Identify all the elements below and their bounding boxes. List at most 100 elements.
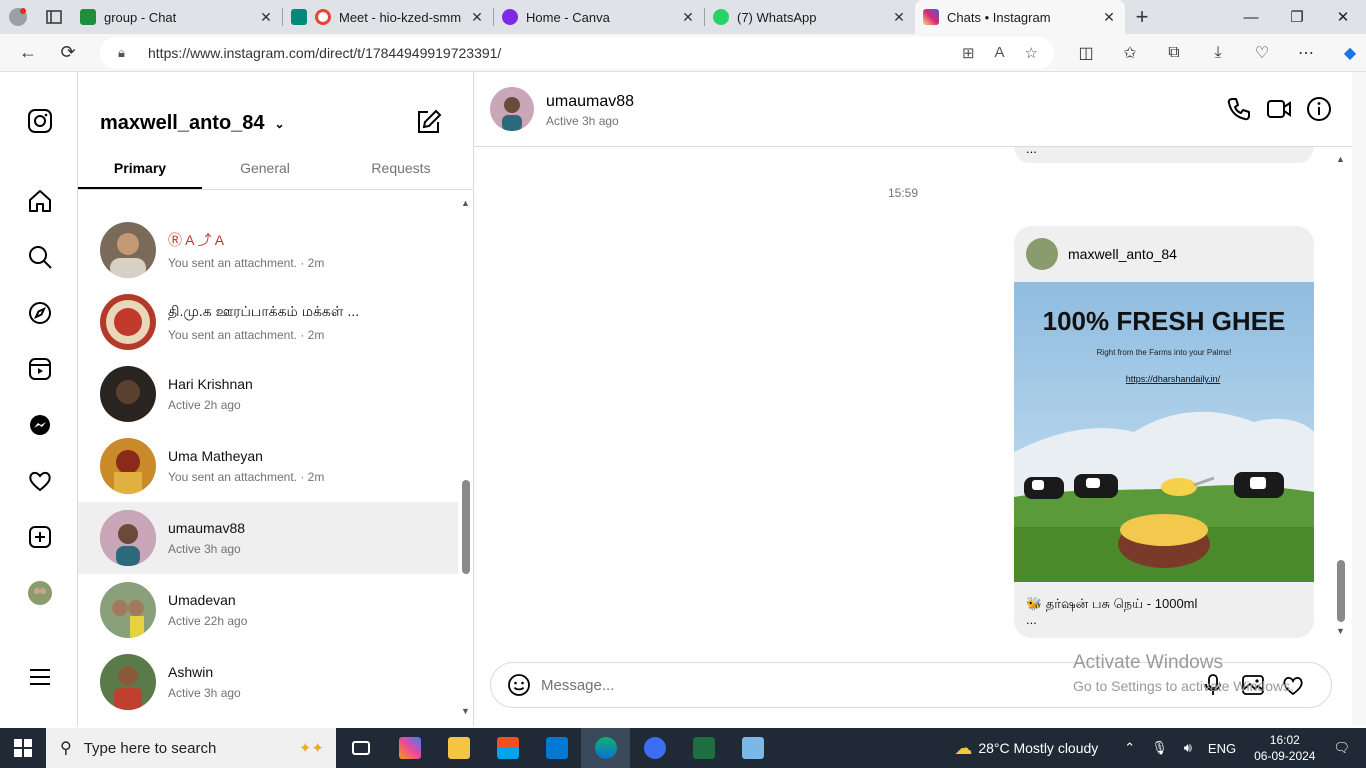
previous-message-card[interactable]: ... bbox=[1014, 141, 1314, 163]
home-icon[interactable] bbox=[25, 186, 55, 216]
explore-icon[interactable] bbox=[25, 298, 55, 328]
performance-icon[interactable]: ♡ bbox=[1240, 43, 1284, 63]
cloudy-weather-icon: ☁ bbox=[954, 737, 973, 758]
more-menu-icon[interactable]: ⋯ bbox=[1284, 43, 1328, 63]
scroll-up-arrow-icon[interactable]: ▲ bbox=[461, 198, 470, 208]
favorite-star-icon[interactable]: ☆ bbox=[1025, 44, 1038, 62]
scroll-thumb[interactable] bbox=[1337, 560, 1345, 622]
profile-icon[interactable] bbox=[0, 0, 36, 34]
scroll-down-arrow-icon[interactable]: ▼ bbox=[461, 706, 470, 716]
avatar bbox=[100, 582, 156, 638]
menu-hamburger-icon[interactable] bbox=[25, 662, 55, 692]
chevron-up-icon[interactable]: ⌃ bbox=[1124, 740, 1135, 756]
read-aloud-icon[interactable]: A bbox=[995, 44, 1005, 62]
post-image[interactable]: 100% FRESH GHEE Right from the Farms int… bbox=[1014, 282, 1314, 582]
tab-requests[interactable]: Requests bbox=[328, 150, 474, 189]
url-field[interactable]: 🔒︎ https://www.instagram.com/direct/t/17… bbox=[100, 37, 1054, 69]
post-sender[interactable]: maxwell_anto_84 bbox=[1026, 238, 1177, 270]
copilot-app-icon[interactable] bbox=[385, 728, 434, 768]
chat-panel: umaumav88 Active 3h ago ... 15:59 maxwel… bbox=[474, 72, 1366, 726]
downloads-icon[interactable]: ⤓ bbox=[1196, 44, 1240, 62]
conversation-item[interactable]: Ashwin Active 3h ago bbox=[78, 646, 458, 718]
clock[interactable]: 16:02 06-09-2024 bbox=[1254, 732, 1315, 764]
avatar bbox=[100, 438, 156, 494]
tab-primary[interactable]: Primary bbox=[78, 150, 202, 189]
shared-post-card[interactable]: maxwell_anto_84 100% FRESH GHEE Right fr… bbox=[1014, 226, 1314, 638]
tab-actions-icon[interactable] bbox=[36, 0, 72, 34]
message-input[interactable] bbox=[541, 673, 1141, 697]
back-button[interactable]: ← bbox=[8, 34, 48, 72]
edge-icon[interactable] bbox=[581, 728, 630, 768]
scroll-up-arrow-icon[interactable]: ▲ bbox=[1336, 154, 1345, 164]
tab-general[interactable]: General bbox=[202, 150, 328, 189]
avatar bbox=[100, 510, 156, 566]
tab-instagram[interactable]: Chats • Instagram ✕ bbox=[915, 0, 1125, 34]
file-explorer-icon[interactable] bbox=[434, 728, 483, 768]
mail-icon[interactable] bbox=[532, 728, 581, 768]
conversation-item[interactable]: Uma Matheyan You sent an attachment. · 2m bbox=[78, 430, 458, 502]
conversation-item[interactable]: Hari Krishnan Active 2h ago bbox=[78, 358, 458, 430]
microsoft-store-icon[interactable] bbox=[483, 728, 532, 768]
restore-button[interactable]: ❐ bbox=[1274, 0, 1320, 34]
app-available-icon[interactable]: ⊞ bbox=[962, 44, 975, 62]
conversation-item-selected[interactable]: umaumav88 Active 3h ago bbox=[78, 502, 458, 574]
chat-contact-status: Active 3h ago bbox=[546, 114, 619, 128]
favorites-icon[interactable]: ✩ bbox=[1108, 43, 1152, 63]
close-icon[interactable]: ✕ bbox=[891, 9, 907, 26]
reels-icon[interactable] bbox=[25, 354, 55, 384]
avatar[interactable] bbox=[490, 87, 534, 131]
conversation-item[interactable]: Ⓡ A ⤴ A You sent an attachment. · 2m bbox=[78, 214, 458, 286]
avatar bbox=[1026, 238, 1058, 270]
conversation-scrollbar[interactable]: ▲ ▼ bbox=[458, 190, 474, 726]
post-headline: 100% FRESH GHEE bbox=[1043, 306, 1286, 336]
taskbar-search[interactable]: ⚲ Type here to search ✦✦ bbox=[46, 728, 336, 768]
new-tab-button[interactable]: + bbox=[1125, 0, 1159, 34]
tab-canva[interactable]: Home - Canva ✕ bbox=[494, 0, 704, 34]
emoji-icon[interactable] bbox=[507, 673, 531, 697]
scroll-thumb[interactable] bbox=[462, 480, 470, 574]
search-icon[interactable] bbox=[25, 242, 55, 272]
tab-whatsapp[interactable]: (7) WhatsApp ✕ bbox=[705, 0, 915, 34]
volume-icon[interactable]: 🔊︎ bbox=[1184, 740, 1192, 756]
close-icon[interactable]: ✕ bbox=[469, 9, 485, 26]
chat-scrollbar[interactable]: ▲ ▼ bbox=[1334, 150, 1348, 638]
microphone-tray-icon[interactable]: 🎙︎ bbox=[1151, 740, 1168, 756]
close-icon[interactable]: ✕ bbox=[680, 9, 696, 26]
info-icon[interactable] bbox=[1306, 96, 1332, 122]
weather-widget[interactable]: ☁ 28°C Mostly cloudy bbox=[954, 738, 1098, 759]
photos-icon[interactable] bbox=[728, 728, 777, 768]
messenger-icon[interactable] bbox=[25, 410, 55, 440]
copilot-icon[interactable]: ◆ bbox=[1328, 43, 1366, 63]
page-scrollbar[interactable] bbox=[1352, 72, 1366, 726]
language-indicator[interactable]: ENG bbox=[1208, 741, 1236, 756]
app-circle-icon[interactable] bbox=[630, 728, 679, 768]
create-plus-icon[interactable] bbox=[25, 522, 55, 552]
start-button[interactable] bbox=[0, 728, 46, 768]
windows-taskbar: ⚲ Type here to search ✦✦ ☁ 28°C Mostly c… bbox=[0, 728, 1366, 768]
refresh-button[interactable]: ⟳ bbox=[48, 34, 88, 72]
address-bar-row: ← ⟳ 🔒︎ https://www.instagram.com/direct/… bbox=[0, 34, 1366, 72]
collections-icon[interactable]: ⧉ bbox=[1152, 44, 1196, 62]
tab-group-chat[interactable]: group - Chat ✕ bbox=[72, 0, 282, 34]
account-switcher[interactable]: maxwell_anto_84 ⌄ bbox=[100, 112, 285, 135]
excel-icon[interactable] bbox=[679, 728, 728, 768]
minimize-button[interactable]: — bbox=[1228, 0, 1274, 34]
scroll-down-arrow-icon[interactable]: ▼ bbox=[1336, 626, 1345, 636]
conversation-item[interactable]: Umadevan Active 22h ago bbox=[78, 574, 458, 646]
close-icon[interactable]: ✕ bbox=[1101, 9, 1117, 26]
profile-avatar[interactable] bbox=[25, 578, 55, 608]
close-window-button[interactable]: ✕ bbox=[1320, 0, 1366, 34]
new-message-icon[interactable] bbox=[416, 108, 442, 134]
instagram-logo-icon[interactable] bbox=[25, 106, 55, 136]
split-screen-icon[interactable]: ◫ bbox=[1064, 43, 1108, 63]
close-icon[interactable]: ✕ bbox=[258, 9, 274, 26]
video-call-icon[interactable] bbox=[1266, 96, 1292, 122]
tab-meet[interactable]: Meet - hio-kzed-smm ✕ bbox=[283, 0, 493, 34]
chat-contact-name[interactable]: umaumav88 bbox=[546, 93, 634, 111]
conversation-item[interactable]: தி.மு.க ஊரப்பாக்கம் மக்கள் ... You sent a… bbox=[78, 286, 458, 358]
phone-icon[interactable] bbox=[1226, 96, 1252, 122]
notification-icon[interactable]: 🗨︎ bbox=[1333, 740, 1350, 756]
notifications-heart-icon[interactable] bbox=[25, 466, 55, 496]
lock-icon[interactable]: 🔒︎ bbox=[118, 45, 140, 61]
task-view-icon[interactable] bbox=[336, 728, 385, 768]
